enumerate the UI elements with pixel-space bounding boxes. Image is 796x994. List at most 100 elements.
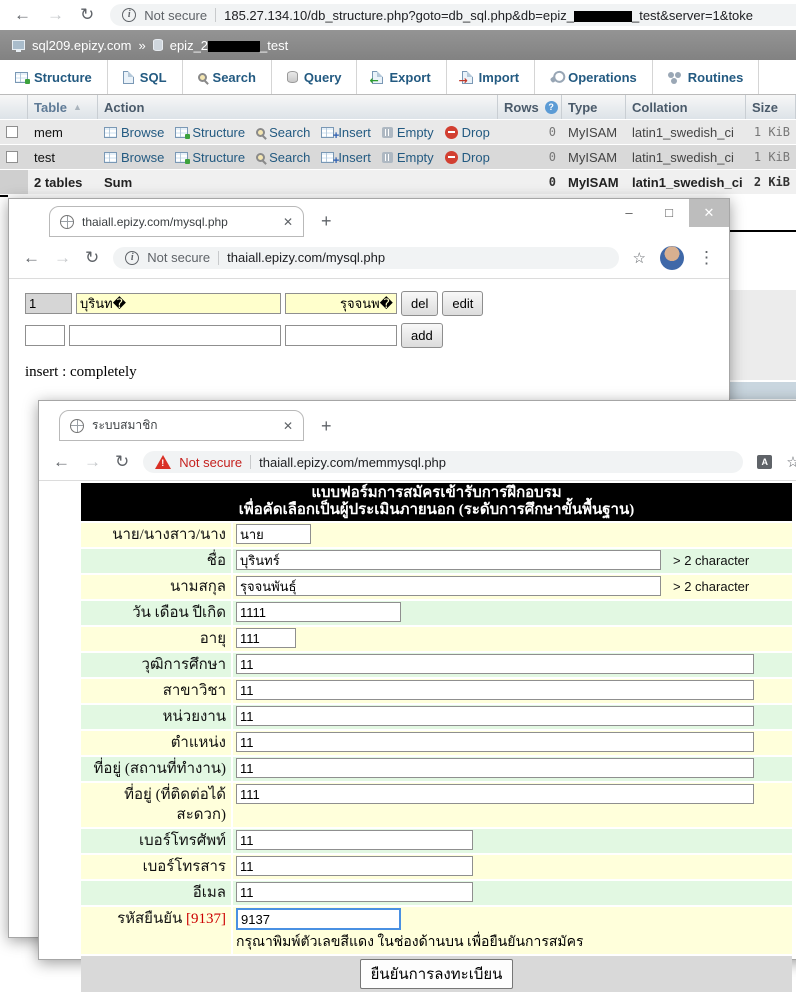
reload-icon[interactable]: ↻	[115, 452, 129, 472]
url-text: 185.27.134.10/db_structure.php?goto=db_s…	[224, 8, 753, 23]
action-empty[interactable]: Empty	[382, 125, 434, 140]
new-name-field[interactable]	[69, 325, 281, 346]
forward-icon[interactable]: →	[47, 5, 64, 25]
education-input[interactable]	[236, 654, 754, 674]
tab-close-icon[interactable]: ✕	[283, 215, 293, 229]
action-drop[interactable]: Drop	[445, 150, 490, 165]
info-icon[interactable]: i	[125, 251, 139, 265]
del-button[interactable]: del	[401, 291, 438, 316]
column-action: Action	[98, 95, 498, 119]
birthdate-input[interactable]	[236, 602, 401, 622]
row-checkbox[interactable]	[6, 151, 18, 163]
add-button[interactable]: add	[401, 323, 443, 348]
maximize-button[interactable]: □	[649, 199, 689, 227]
reload-icon[interactable]: ↻	[80, 5, 94, 25]
action-drop[interactable]: Drop	[445, 125, 490, 140]
edit-button[interactable]: edit	[442, 291, 483, 316]
tab-import[interactable]: Import	[447, 60, 535, 94]
reload-icon[interactable]: ↻	[85, 248, 99, 268]
menu-dots-icon[interactable]: ⋮	[698, 248, 715, 268]
translate-icon[interactable]: A	[757, 455, 772, 469]
table-name[interactable]: mem	[28, 120, 98, 144]
info-icon[interactable]: i	[122, 8, 136, 22]
forward-icon[interactable]: →	[84, 452, 101, 472]
new-tab-button[interactable]: +	[321, 416, 332, 437]
back-icon[interactable]: ←	[14, 5, 31, 25]
form-row: วุฒิการศึกษา	[81, 653, 792, 677]
breadcrumb-database[interactable]: epiz_2_test	[170, 38, 289, 53]
action-structure[interactable]: Structure	[175, 150, 245, 165]
browser-tab[interactable]: thaiall.epizy.com/mysql.php ✕	[49, 206, 304, 237]
bookmark-star-icon[interactable]: ☆	[786, 453, 796, 471]
organization-input[interactable]	[236, 706, 754, 726]
contact-address-input[interactable]	[236, 784, 754, 804]
address-bar[interactable]: i Not secure 185.27.134.10/db_structure.…	[110, 4, 796, 26]
sum-rows: 0	[498, 170, 562, 194]
address-bar[interactable]: Not secure thaiall.epizy.com/memmysql.ph…	[143, 451, 743, 473]
tab-routines[interactable]: Routines	[653, 60, 760, 94]
work-address-input[interactable]	[236, 758, 754, 778]
back-icon[interactable]: ←	[53, 452, 70, 472]
action-insert[interactable]: Insert	[321, 150, 371, 165]
last-name-input[interactable]	[236, 576, 661, 596]
title-input[interactable]	[236, 524, 311, 544]
column-table[interactable]: Table ▲	[28, 95, 98, 119]
action-search[interactable]: Search	[256, 150, 310, 165]
record-name-field[interactable]	[76, 293, 281, 314]
tab-operations[interactable]: Operations	[535, 60, 653, 94]
help-icon[interactable]: ?	[545, 101, 558, 114]
tab-sql[interactable]: SQL	[108, 60, 183, 94]
first-name-input[interactable]	[236, 550, 661, 570]
address-bar[interactable]: i Not secure thaiall.epizy.com/mysql.php	[113, 247, 618, 269]
warning-icon[interactable]	[155, 455, 171, 469]
table-name[interactable]: test	[28, 145, 98, 169]
tab-query[interactable]: Query	[272, 60, 358, 94]
search-icon	[198, 73, 207, 82]
action-structure[interactable]: Structure	[175, 125, 245, 140]
minimize-button[interactable]: –	[609, 199, 649, 227]
close-button[interactable]: ✕	[689, 199, 729, 227]
record-row: del edit	[25, 291, 729, 316]
back-icon[interactable]: ←	[23, 248, 40, 268]
action-empty[interactable]: Empty	[382, 150, 434, 165]
globe-icon	[70, 419, 84, 433]
sql-icon	[123, 71, 134, 84]
page-content: del edit add insert : completely	[9, 279, 729, 381]
table-type: MyISAM	[562, 120, 626, 144]
field-label: เบอร์โทรสาร	[81, 855, 231, 879]
breadcrumb-server[interactable]: sql209.epizy.com	[32, 38, 131, 53]
popup-window-member-form: ระบบสมาชิก ✕ + – ← → ↻ Not secure thaial…	[38, 400, 796, 960]
tab-export[interactable]: Export	[357, 60, 446, 94]
submit-registration-button[interactable]: ยืนยันการลงทะเบียน	[360, 959, 514, 989]
email-input[interactable]	[236, 882, 473, 902]
tab-search[interactable]: Search	[183, 60, 272, 94]
forward-icon[interactable]: →	[54, 248, 71, 268]
action-search[interactable]: Search	[256, 125, 310, 140]
main-browser-window: ← → ↻ i Not secure 185.27.134.10/db_stru…	[0, 0, 796, 194]
new-surname-field[interactable]	[285, 325, 397, 346]
row-checkbox[interactable]	[6, 126, 18, 138]
position-input[interactable]	[236, 732, 754, 752]
form-row: เบอร์โทรสาร	[81, 855, 792, 879]
phone-input[interactable]	[236, 830, 473, 850]
field-label: อีเมล	[81, 881, 231, 905]
tab-close-icon[interactable]: ✕	[283, 419, 293, 433]
table-type: MyISAM	[562, 145, 626, 169]
confirm-code-input[interactable]	[236, 908, 401, 930]
captcha-code: [9137]	[186, 911, 226, 927]
record-surname-field[interactable]	[285, 293, 397, 314]
action-browse[interactable]: Browse	[104, 150, 164, 165]
fax-input[interactable]	[236, 856, 473, 876]
action-insert[interactable]: Insert	[321, 125, 371, 140]
major-input[interactable]	[236, 680, 754, 700]
new-tab-button[interactable]: +	[321, 211, 332, 232]
new-id-field[interactable]	[25, 325, 65, 346]
field-label: สาขาวิชา	[81, 679, 231, 703]
action-browse[interactable]: Browse	[104, 125, 164, 140]
profile-avatar[interactable]	[660, 246, 684, 270]
tab-structure[interactable]: Structure	[0, 60, 108, 94]
record-id-field[interactable]	[25, 293, 72, 314]
bookmark-star-icon[interactable]: ☆	[633, 249, 646, 267]
browser-tab[interactable]: ระบบสมาชิก ✕	[59, 410, 304, 441]
age-input[interactable]	[236, 628, 296, 648]
